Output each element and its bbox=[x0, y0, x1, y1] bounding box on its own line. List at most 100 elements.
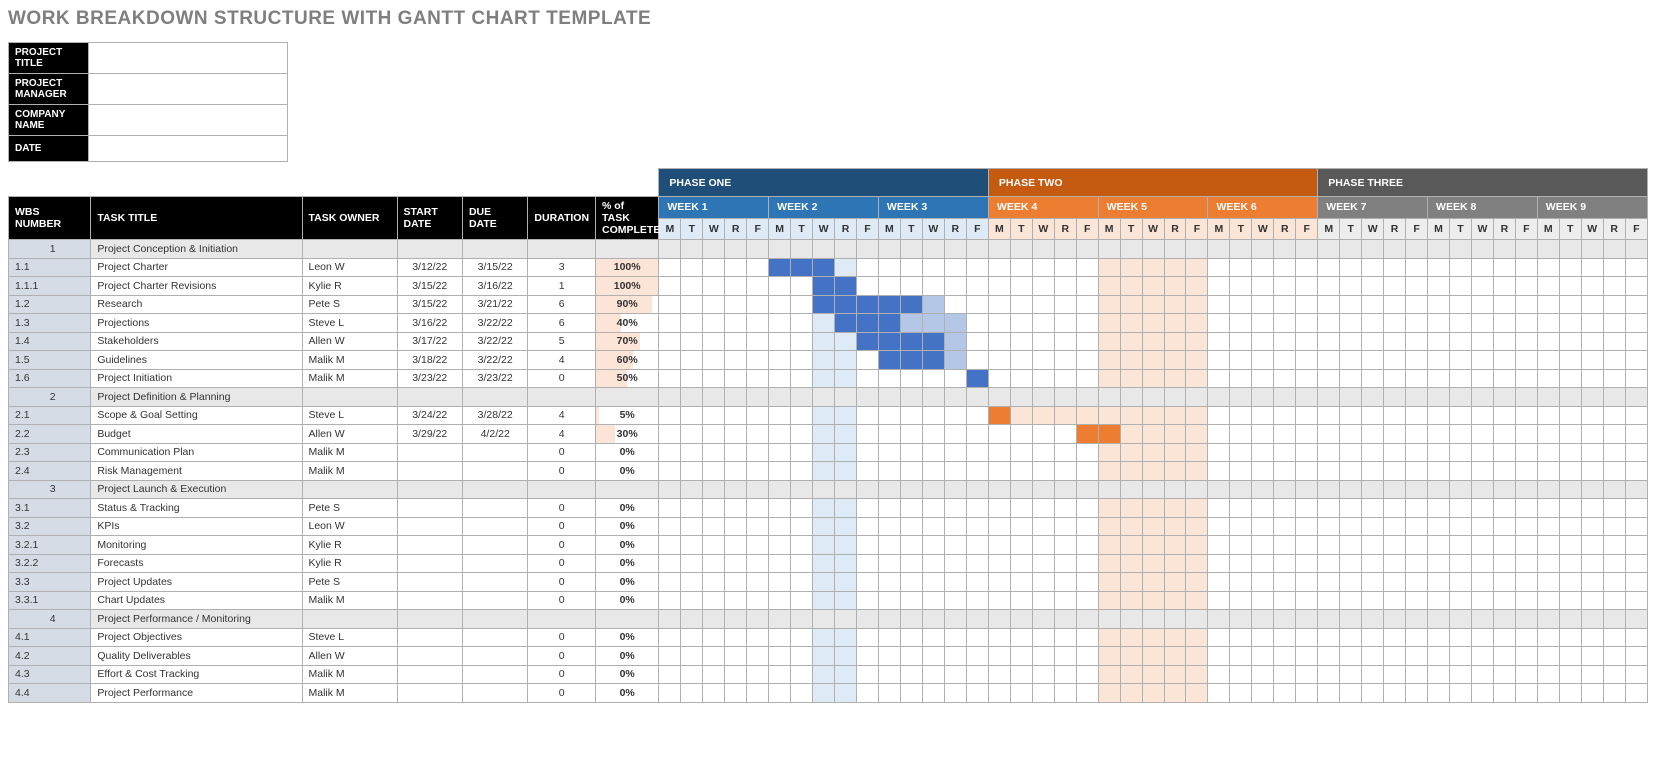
gantt-cell[interactable] bbox=[747, 554, 769, 573]
gantt-cell[interactable] bbox=[1428, 406, 1450, 425]
gantt-cell[interactable] bbox=[1318, 462, 1340, 481]
gantt-cell[interactable] bbox=[1515, 462, 1537, 481]
gantt-cell[interactable] bbox=[1098, 517, 1120, 536]
start-date-cell[interactable]: 3/23/22 bbox=[397, 369, 462, 388]
gantt-cell[interactable] bbox=[835, 332, 857, 351]
gantt-cell[interactable] bbox=[1449, 684, 1471, 703]
gantt-cell[interactable] bbox=[1010, 240, 1032, 259]
gantt-cell[interactable] bbox=[1340, 610, 1362, 629]
gantt-cell[interactable] bbox=[681, 406, 703, 425]
gantt-cell[interactable] bbox=[1603, 536, 1625, 555]
gantt-cell[interactable] bbox=[1603, 369, 1625, 388]
gantt-cell[interactable] bbox=[1493, 406, 1515, 425]
gantt-cell[interactable] bbox=[1428, 554, 1450, 573]
gantt-cell[interactable] bbox=[1010, 425, 1032, 444]
gantt-cell[interactable] bbox=[747, 443, 769, 462]
gantt-cell[interactable] bbox=[1098, 462, 1120, 481]
duration-cell[interactable]: 6 bbox=[528, 295, 596, 314]
gantt-cell[interactable] bbox=[1537, 295, 1559, 314]
gantt-cell[interactable] bbox=[1559, 388, 1581, 407]
gantt-cell[interactable] bbox=[1098, 240, 1120, 259]
gantt-cell[interactable] bbox=[1581, 277, 1603, 296]
gantt-cell[interactable] bbox=[1098, 591, 1120, 610]
gantt-cell[interactable] bbox=[900, 573, 922, 592]
gantt-cell[interactable] bbox=[1296, 332, 1318, 351]
task-owner-cell[interactable]: Steve L bbox=[302, 314, 397, 333]
gantt-cell[interactable] bbox=[835, 240, 857, 259]
gantt-cell[interactable] bbox=[1406, 425, 1428, 444]
gantt-cell[interactable] bbox=[1384, 517, 1406, 536]
gantt-cell[interactable] bbox=[1230, 425, 1252, 444]
gantt-cell[interactable] bbox=[988, 258, 1010, 277]
gantt-cell[interactable] bbox=[1625, 536, 1647, 555]
gantt-cell[interactable] bbox=[1493, 517, 1515, 536]
gantt-cell[interactable] bbox=[1164, 388, 1186, 407]
gantt-cell[interactable] bbox=[791, 258, 813, 277]
gantt-cell[interactable] bbox=[1010, 554, 1032, 573]
gantt-cell[interactable] bbox=[1208, 517, 1230, 536]
gantt-cell[interactable] bbox=[1384, 684, 1406, 703]
gantt-cell[interactable] bbox=[1428, 277, 1450, 296]
gantt-cell[interactable] bbox=[988, 480, 1010, 499]
gantt-cell[interactable] bbox=[1318, 573, 1340, 592]
gantt-cell[interactable] bbox=[1318, 258, 1340, 277]
gantt-cell[interactable] bbox=[1493, 295, 1515, 314]
gantt-cell[interactable] bbox=[1318, 388, 1340, 407]
start-date-cell[interactable]: 3/12/22 bbox=[397, 258, 462, 277]
gantt-cell[interactable] bbox=[703, 406, 725, 425]
task-owner-cell[interactable]: Kylie R bbox=[302, 554, 397, 573]
gantt-cell[interactable] bbox=[944, 665, 966, 684]
gantt-cell[interactable] bbox=[1537, 406, 1559, 425]
gantt-cell[interactable] bbox=[1625, 351, 1647, 370]
gantt-cell[interactable] bbox=[922, 480, 944, 499]
gantt-cell[interactable] bbox=[703, 351, 725, 370]
gantt-cell[interactable] bbox=[747, 480, 769, 499]
gantt-cell[interactable] bbox=[1296, 443, 1318, 462]
gantt-cell[interactable] bbox=[1515, 277, 1537, 296]
gantt-cell[interactable] bbox=[1406, 277, 1428, 296]
gantt-cell[interactable] bbox=[1208, 684, 1230, 703]
task-title-cell[interactable]: Risk Management bbox=[91, 462, 302, 481]
gantt-cell[interactable] bbox=[1318, 332, 1340, 351]
gantt-cell[interactable] bbox=[1098, 647, 1120, 666]
gantt-cell[interactable] bbox=[791, 665, 813, 684]
gantt-cell[interactable] bbox=[1581, 628, 1603, 647]
gantt-cell[interactable] bbox=[1142, 443, 1164, 462]
gantt-cell[interactable] bbox=[1054, 480, 1076, 499]
gantt-cell[interactable] bbox=[1515, 517, 1537, 536]
gantt-cell[interactable] bbox=[1208, 480, 1230, 499]
gantt-cell[interactable] bbox=[1515, 314, 1537, 333]
gantt-cell[interactable] bbox=[1076, 536, 1098, 555]
gantt-cell[interactable] bbox=[900, 665, 922, 684]
gantt-cell[interactable] bbox=[1186, 517, 1208, 536]
gantt-cell[interactable] bbox=[1471, 554, 1493, 573]
gantt-cell[interactable] bbox=[1120, 388, 1142, 407]
due-date-cell[interactable] bbox=[462, 536, 527, 555]
gantt-cell[interactable] bbox=[1230, 665, 1252, 684]
gantt-cell[interactable] bbox=[659, 536, 681, 555]
gantt-cell[interactable] bbox=[1428, 536, 1450, 555]
gantt-cell[interactable] bbox=[1230, 536, 1252, 555]
gantt-cell[interactable] bbox=[1318, 684, 1340, 703]
task-title-cell[interactable]: Budget bbox=[91, 425, 302, 444]
gantt-cell[interactable] bbox=[1076, 332, 1098, 351]
gantt-cell[interactable] bbox=[835, 573, 857, 592]
gantt-cell[interactable] bbox=[1164, 369, 1186, 388]
gantt-cell[interactable] bbox=[1603, 332, 1625, 351]
gantt-cell[interactable] bbox=[1010, 351, 1032, 370]
gantt-cell[interactable] bbox=[1362, 314, 1384, 333]
task-title-cell[interactable]: Research bbox=[91, 295, 302, 314]
gantt-cell[interactable] bbox=[1318, 591, 1340, 610]
gantt-cell[interactable] bbox=[1230, 554, 1252, 573]
gantt-cell[interactable] bbox=[769, 258, 791, 277]
gantt-cell[interactable] bbox=[791, 369, 813, 388]
gantt-cell[interactable] bbox=[1076, 517, 1098, 536]
gantt-cell[interactable] bbox=[966, 406, 988, 425]
gantt-cell[interactable] bbox=[1603, 406, 1625, 425]
start-date-cell[interactable] bbox=[397, 536, 462, 555]
task-owner-cell[interactable]: Pete S bbox=[302, 499, 397, 518]
gantt-cell[interactable] bbox=[856, 277, 878, 296]
gantt-cell[interactable] bbox=[1449, 351, 1471, 370]
task-owner-cell[interactable]: Malik M bbox=[302, 462, 397, 481]
gantt-cell[interactable] bbox=[1274, 369, 1296, 388]
